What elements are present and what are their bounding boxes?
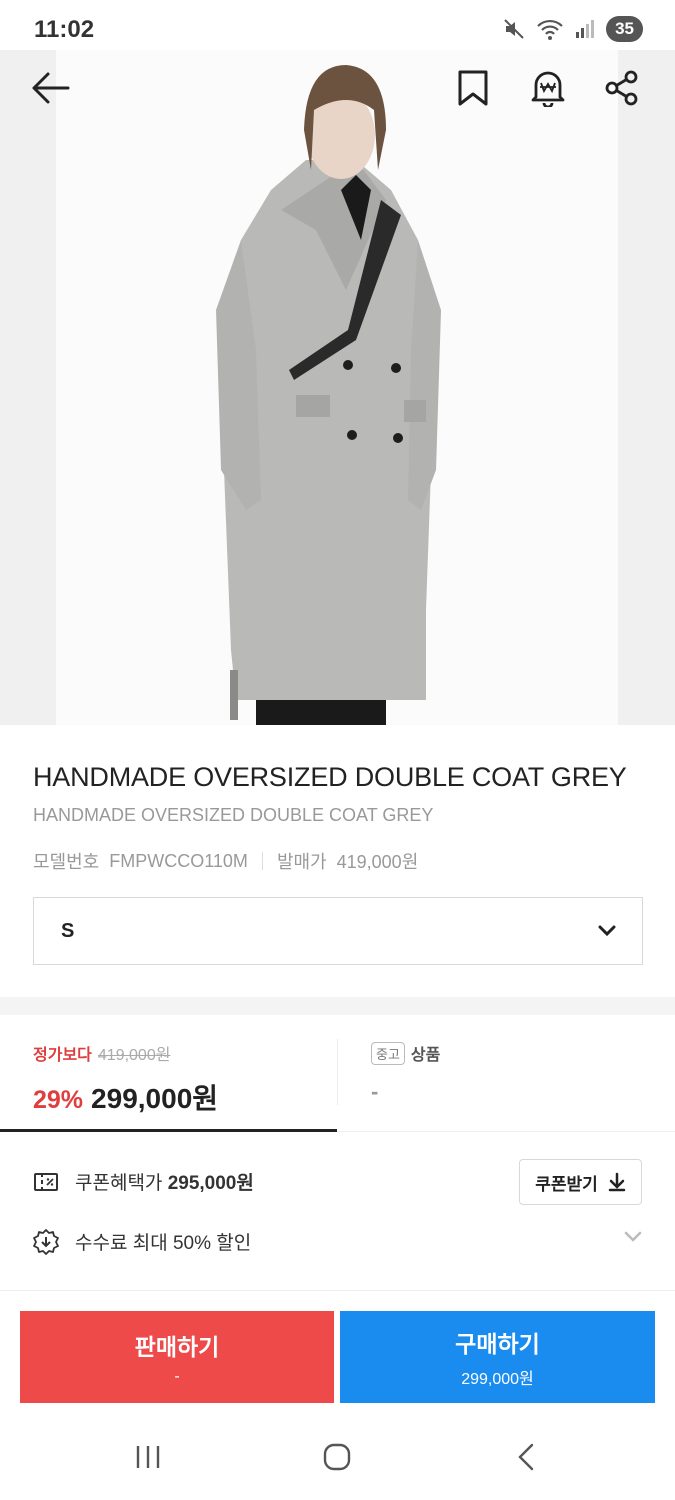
download-icon [608,1172,626,1192]
get-coupon-label: 쿠폰받기 [535,1174,598,1194]
chevron-left-icon [518,1443,534,1471]
coupon-price: 295,000원 [167,1173,254,1194]
fee-discount-text: 수수료 최대 50% 할인 [75,1233,252,1254]
buy-price: 299,000원 [461,1371,534,1388]
back-button[interactable] [28,66,72,110]
share-button[interactable] [600,66,644,110]
page-total: 3 [638,723,649,725]
action-bar: 판매하기 - 구매하기 299,000원 [0,1290,675,1420]
meta-divider [261,852,263,870]
used-badge: 중고 [371,1041,405,1065]
release-value: 419,000원 [336,852,419,872]
compare-label: 정가보다 [33,1047,92,1064]
share-icon [605,70,638,106]
model-label: 모델번호 [33,852,100,872]
recent-apps-button[interactable] [133,1442,163,1477]
wifi-icon [537,19,563,40]
fee-discount-row[interactable]: 수수료 최대 50% 할인 [33,1228,251,1255]
bookmark-button[interactable] [451,66,495,110]
buy-label: 구매하기 [455,1331,540,1357]
current-price-row: 29% 299,000원 [33,1077,218,1117]
product-image [56,50,618,725]
new-price-tab[interactable]: 정가보다 419,000원 29% 299,000원 [33,1041,218,1117]
system-nav-bar [0,1420,675,1500]
system-back-button[interactable] [512,1442,542,1477]
section-divider [0,997,675,1015]
size-select[interactable]: S [33,897,643,965]
release-label: 발매가 [276,852,327,872]
product-image-carousel[interactable]: 1 / 3 [0,50,675,725]
page-separator: / [627,723,633,725]
price-alert-button[interactable] [526,66,570,110]
product-subtitle: HANDMADE OVERSIZED DOUBLE COAT GREY [33,805,434,825]
recent-apps-icon [136,1446,160,1468]
discount-badge-icon [33,1228,59,1255]
compare-price-row: 정가보다 419,000원 [33,1041,218,1065]
discount-percent: 29% [33,1086,84,1114]
home-icon [323,1443,351,1471]
price-divider [337,1039,338,1105]
sell-price: - [174,1368,180,1385]
arrow-left-icon [32,72,70,104]
price-section: 정가보다 419,000원 29% 299,000원 중고 상품 - [0,1015,675,1133]
signal-icon [576,20,595,38]
product-title: HANDMADE OVERSIZED DOUBLE COAT GREY [33,762,627,792]
status-time: 11:02 [34,16,95,43]
original-price: 419,000원 [97,1047,171,1064]
current-price: 299,000원 [91,1083,219,1114]
used-price: - [371,1079,379,1104]
fee-expand-button[interactable] [624,1230,642,1248]
used-tag: 중고 상품 [371,1041,440,1065]
used-product-tab[interactable]: 중고 상품 - [371,1041,440,1105]
battery-badge: 35 [606,16,643,42]
bookmark-icon [458,70,488,106]
coupon-icon [34,1172,58,1191]
buy-button[interactable]: 구매하기 299,000원 [340,1311,655,1403]
sell-label: 판매하기 [134,1334,220,1360]
active-tab-indicator [0,1129,337,1132]
sell-button[interactable]: 판매하기 - [20,1311,334,1403]
coupon-label: 쿠폰혜택가 [75,1173,163,1194]
page-indicator: 1 / 3 [610,723,649,725]
product-meta: 모델번호 FMPWCCO110M 발매가 419,000원 [33,848,418,874]
get-coupon-button[interactable]: 쿠폰받기 [519,1159,642,1205]
status-icons: 35 [502,16,643,42]
coupon-row: 쿠폰혜택가 295,000원 [33,1168,254,1195]
mute-icon [504,19,524,39]
chevron-down-icon [598,925,616,937]
selected-size: S [61,919,75,942]
top-nav [0,58,675,118]
chevron-down-icon [624,1231,642,1242]
used-label: 상품 [410,1047,441,1064]
price-alert-bell-icon [531,71,565,107]
page-current: 1 [610,723,621,725]
home-button[interactable] [322,1442,352,1477]
model-value: FMPWCCO110M [109,850,248,871]
